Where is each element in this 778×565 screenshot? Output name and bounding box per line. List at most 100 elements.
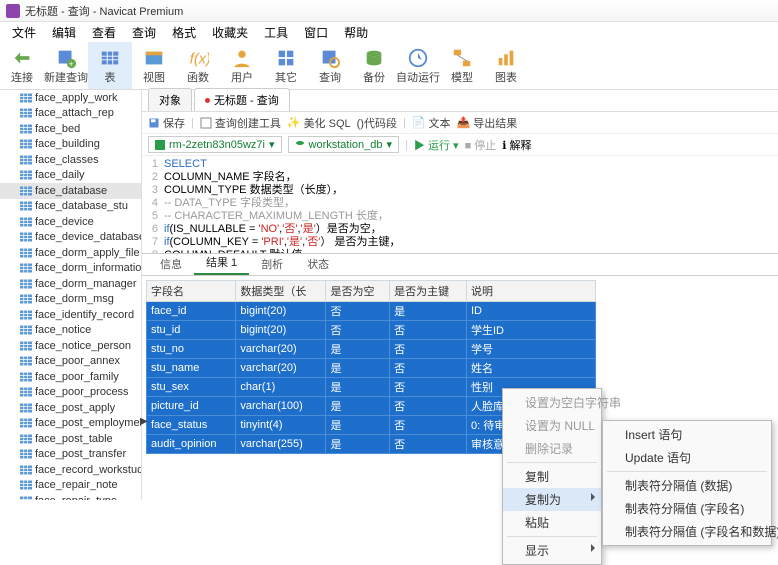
tree-item-face_attach_rep[interactable]: face_attach_rep [0, 106, 141, 122]
menu-收藏夹[interactable]: 收藏夹 [204, 22, 256, 43]
tree-item-face_poor_annex[interactable]: face_poor_annex [0, 354, 141, 370]
menu-文件[interactable]: 文件 [4, 22, 44, 43]
tree-item-face_notice[interactable]: face_notice [0, 323, 141, 339]
database-combo[interactable]: workstation_db ▾ [288, 136, 400, 153]
toolbar-func-button[interactable]: f(x)函数 [176, 42, 220, 89]
menu-item: 设置为空白字符串 [503, 391, 601, 414]
menu-item[interactable]: Insert 语句 [603, 423, 771, 446]
table-row[interactable]: stu_namevarchar(20)是否姓名 [147, 359, 596, 378]
tree-item-face_dorm_manager[interactable]: face_dorm_manager [0, 276, 141, 292]
sql-editor[interactable]: 1SELECT2 COLUMN_NAME 字段名，3 COLUMN_TYPE 数… [142, 156, 778, 254]
toolbar-user-button[interactable]: 用户 [220, 42, 264, 89]
svg-text:f(x): f(x) [190, 51, 209, 67]
svg-text:+: + [69, 59, 74, 68]
server-combo[interactable]: rm-2zetn83n05wz7i ▾ [148, 136, 282, 153]
menu-编辑[interactable]: 编辑 [44, 22, 84, 43]
menu-格式[interactable]: 格式 [164, 22, 204, 43]
tree-item-face_poor_process[interactable]: face_poor_process [0, 385, 141, 401]
tree-item-face_classes[interactable]: face_classes [0, 152, 141, 168]
tree-item-face_post_transfer[interactable]: face_post_transfer [0, 447, 141, 463]
tree-item-face_repair_note[interactable]: face_repair_note [0, 478, 141, 494]
tree-item-face_notice_person[interactable]: face_notice_person [0, 338, 141, 354]
toolbar-backup-button[interactable]: 备份 [352, 42, 396, 89]
col-header[interactable]: 数据类型（长 [236, 281, 326, 302]
object-tree-sidebar[interactable]: face_apply_workface_attach_repface_bedfa… [0, 90, 142, 500]
menu-item[interactable]: 制表符分隔值 (数据) [603, 474, 771, 497]
menu-item: 删除记录 [503, 437, 601, 460]
tree-item-face_daily[interactable]: face_daily [0, 168, 141, 184]
toolbar-other-button[interactable]: 其它 [264, 42, 308, 89]
menu-查看[interactable]: 查看 [84, 22, 124, 43]
table-row[interactable]: face_idbigint(20)否是ID [147, 302, 596, 321]
main-toolbar: 连接+新建查询表视图f(x)函数用户其它查询备份自动运行模型图表 [0, 42, 778, 90]
menu-item[interactable]: 复制 [503, 465, 601, 488]
run-button[interactable]: ▶ 运行 ▾ [414, 137, 459, 153]
toolbar-chart-button[interactable]: 图表 [484, 42, 528, 89]
table-row[interactable]: stu_novarchar(20)是否学号 [147, 340, 596, 359]
menu-item[interactable]: 制表符分隔值 (字段名) [603, 497, 771, 520]
toolbar-connect-button[interactable]: 连接 [0, 42, 44, 89]
tree-item-face_poor_family[interactable]: face_poor_family [0, 369, 141, 385]
menu-帮助[interactable]: 帮助 [336, 22, 376, 43]
col-header[interactable]: 是否为主键 [390, 281, 467, 302]
col-header[interactable]: 是否为空 [326, 281, 390, 302]
document-tabs: 对象 无标题 - 查询 [142, 90, 778, 112]
tree-item-face_bed[interactable]: face_bed [0, 121, 141, 137]
menu-item[interactable]: Update 语句 [603, 446, 771, 469]
tree-item-face_post_apply[interactable]: face_post_apply [0, 400, 141, 416]
dirty-indicator-icon [205, 98, 210, 103]
tree-item-face_post_employmen[interactable]: face_post_employmen [0, 416, 141, 432]
toolbar-newquery-button[interactable]: +新建查询 [44, 42, 88, 89]
result-tab-2[interactable]: 剖析 [249, 253, 295, 275]
tree-item-face_identify_record[interactable]: face_identify_record [0, 307, 141, 323]
tree-item-face_repair_type[interactable]: face_repair_type [0, 493, 141, 500]
query-builder-button[interactable]: 查询创建工具 [200, 115, 281, 131]
col-header[interactable]: 字段名 [147, 281, 236, 302]
col-header[interactable]: 说明 [466, 281, 595, 302]
window-title: 无标题 - 查询 - Navicat Premium [25, 3, 183, 19]
beautify-sql-button[interactable]: ✨美化 SQL [287, 115, 351, 131]
toolbar-query-button[interactable]: 查询 [308, 42, 352, 89]
tree-item-face_dorm_apply_file[interactable]: face_dorm_apply_file [0, 245, 141, 261]
menu-bar: 文件编辑查看查询格式收藏夹工具窗口帮助 [0, 22, 778, 42]
tree-item-face_device_database[interactable]: face_device_database [0, 230, 141, 246]
context-submenu-copy-as[interactable]: Insert 语句Update 语句制表符分隔值 (数据)制表符分隔值 (字段名… [602, 420, 772, 546]
result-tab-1[interactable]: 结果 1 [194, 251, 249, 275]
tab-objects[interactable]: 对象 [148, 88, 192, 111]
connection-row: rm-2zetn83n05wz7i ▾ workstation_db ▾ | ▶… [142, 134, 778, 156]
title-bar: 无标题 - 查询 - Navicat Premium [0, 0, 778, 22]
tree-item-face_dorm_msg[interactable]: face_dorm_msg [0, 292, 141, 308]
toolbar-model-button[interactable]: 模型 [440, 42, 484, 89]
result-tab-0[interactable]: 信息 [148, 253, 194, 275]
context-menu[interactable]: 设置为空白字符串设置为 NULL删除记录复制复制为粘贴显示 [502, 388, 602, 565]
explain-button[interactable]: ℹ 解释 [502, 137, 531, 153]
result-tab-3[interactable]: 状态 [295, 253, 341, 275]
menu-窗口[interactable]: 窗口 [296, 22, 336, 43]
toolbar-view-button[interactable]: 视图 [132, 42, 176, 89]
menu-查询[interactable]: 查询 [124, 22, 164, 43]
tree-item-face_building[interactable]: face_building [0, 137, 141, 153]
toolbar-autorun-button[interactable]: 自动运行 [396, 42, 440, 89]
app-icon [6, 4, 20, 18]
code-snippet-button[interactable]: ()代码段 [357, 115, 397, 131]
menu-item[interactable]: 粘贴 [503, 511, 601, 534]
tree-item-face_record_workstudy[interactable]: face_record_workstudy [0, 462, 141, 478]
current-row-indicator-icon: ▶ [140, 416, 148, 427]
table-row[interactable]: stu_idbigint(20)否否学生ID [147, 321, 596, 340]
toolbar-table-button[interactable]: 表 [88, 42, 132, 89]
tree-item-face_database_stu[interactable]: face_database_stu [0, 199, 141, 215]
save-button[interactable]: 保存 [148, 115, 185, 131]
export-results-button[interactable]: 📤导出结果 [457, 115, 518, 131]
stop-button: ■ 停止 [465, 137, 497, 153]
tree-item-face_database[interactable]: face_database [0, 183, 141, 199]
menu-item[interactable]: 显示 [503, 539, 601, 562]
tree-item-face_post_table[interactable]: face_post_table [0, 431, 141, 447]
menu-item[interactable]: 制表符分隔值 (字段名和数据) [603, 520, 771, 543]
tree-item-face_apply_work[interactable]: face_apply_work [0, 90, 141, 106]
query-toolbar: 保存 | 查询创建工具 ✨美化 SQL ()代码段 | 📄文本 📤导出结果 [142, 112, 778, 134]
tab-query-untitled[interactable]: 无标题 - 查询 [194, 88, 290, 111]
menu-工具[interactable]: 工具 [256, 22, 296, 43]
text-button[interactable]: 📄文本 [412, 115, 451, 131]
tree-item-face_device[interactable]: face_device [0, 214, 141, 230]
tree-item-face_dorm_informatior[interactable]: face_dorm_informatior [0, 261, 141, 277]
